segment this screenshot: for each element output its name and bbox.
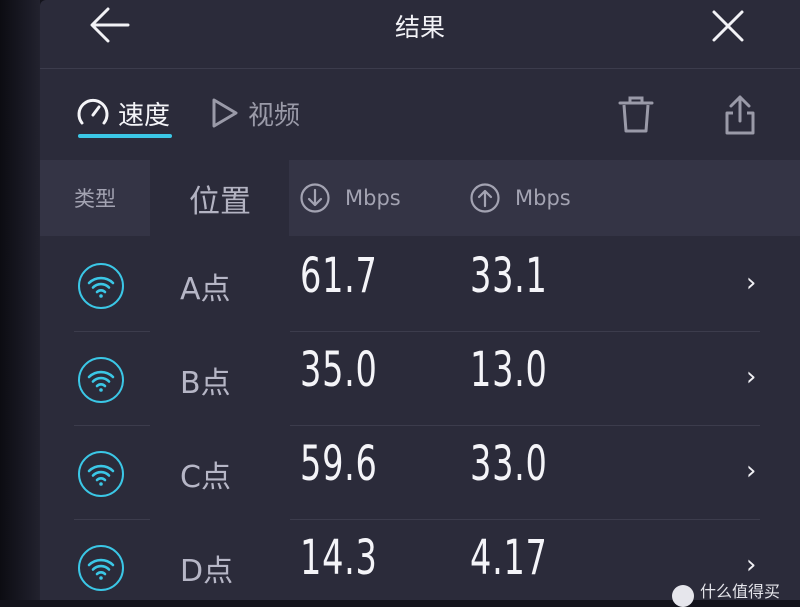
share-icon [725,95,755,135]
close-button[interactable] [710,6,746,44]
play-icon [212,98,238,128]
chevron-right-icon: › [746,362,757,392]
speedometer-icon [77,98,109,125]
close-icon [712,10,744,42]
wifi-icon [78,263,124,309]
row-upload-value: 33.1 [470,248,548,304]
download-arrow-icon [300,183,330,213]
share-button[interactable] [720,93,760,137]
column-header-download: Mbps [299,160,401,236]
site-watermark: 什么值得买 [672,580,781,607]
wifi-icon [78,451,124,497]
column-header-upload: Mbps [469,160,571,236]
row-download-value: 14.3 [300,530,378,586]
watermark-text: 什么值得买 [700,582,781,601]
page-title: 结果 [394,13,445,42]
upload-arrow-icon [470,183,500,213]
row-location: A点 [180,272,231,307]
upload-unit-label: Mbps [515,186,571,210]
watermark-logo-icon [672,585,694,607]
tab-video[interactable]: 视频 [210,93,300,133]
row-upload-value: 33.0 [470,436,548,492]
row-location: B点 [180,366,231,401]
chevron-right-icon: › [746,456,757,486]
wifi-icon [78,357,124,403]
row-download-value: 59.6 [300,436,378,492]
download-unit-label: Mbps [345,186,401,210]
top-bar: 结果 [40,0,800,69]
row-download-value: 61.7 [300,248,378,304]
row-location: C点 [180,460,231,495]
trash-icon [618,96,654,133]
column-header-speeds: Mbps Mbps [289,160,800,236]
active-tab-indicator [78,134,172,138]
row-location: D点 [180,554,234,589]
table-row[interactable]: C点 59.6 33.0 › [40,426,800,520]
row-download-value: 35.0 [300,342,378,398]
table-row[interactable]: A点 61.7 33.1 › [40,238,800,332]
tab-speed-label: 速度 [118,100,171,131]
tab-speed[interactable]: 速度 [76,93,170,133]
delete-button[interactable] [614,93,658,137]
tab-video-label: 视频 [248,100,301,131]
table-row[interactable]: B点 35.0 13.0 › [40,332,800,426]
chevron-right-icon: › [746,268,757,298]
column-header-location: 位置 [189,183,251,220]
device-bezel [0,0,40,600]
chevron-right-icon: › [746,550,757,580]
wifi-icon [78,545,124,591]
row-upload-value: 13.0 [470,342,548,398]
results-screen: 结果 速度 视频 类型 位置 Mbps Mbps A点 61.7 33.1 › … [40,0,800,600]
row-upload-value: 4.17 [470,530,548,586]
column-header-type: 类型 [40,160,150,236]
